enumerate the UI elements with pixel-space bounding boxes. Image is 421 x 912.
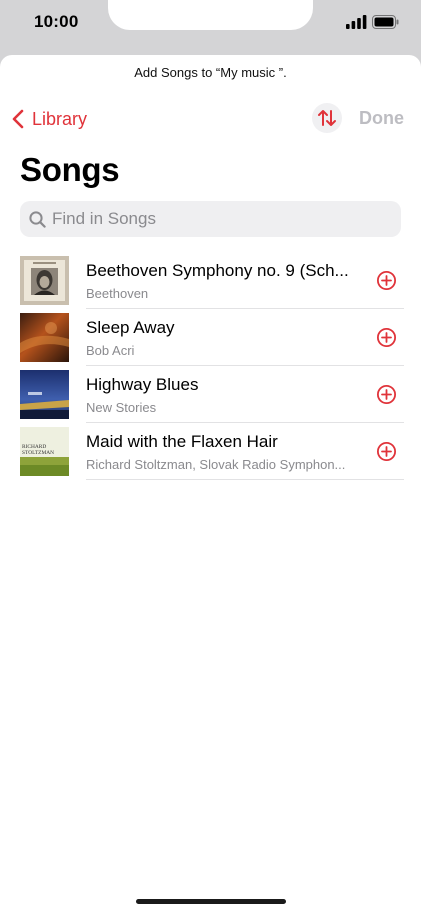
album-artwork: RICHARD STOLTZMAN <box>20 427 69 476</box>
chevron-left-icon <box>12 109 24 129</box>
search-placeholder: Find in Songs <box>52 209 156 228</box>
song-row[interactable]: RICHARD STOLTZMAN Maid with the Flaxen H… <box>0 423 421 480</box>
song-artist: Beethoven <box>86 286 149 301</box>
song-row[interactable]: Highway Blues New Stories <box>0 366 421 423</box>
song-artist: New Stories <box>86 400 157 415</box>
row-divider <box>86 479 404 480</box>
library-back-button[interactable]: Library <box>12 106 87 132</box>
notch <box>108 0 313 30</box>
album-artwork <box>20 313 69 362</box>
add-song-button[interactable] <box>376 270 397 291</box>
search-input[interactable]: Find in Songs <box>20 201 401 237</box>
song-artist: Bob Acri <box>86 343 135 358</box>
song-title: Beethoven Symphony no. 9 (Sch... <box>86 261 349 280</box>
battery-full-icon <box>372 15 399 29</box>
add-song-button[interactable] <box>376 441 397 462</box>
sheet-prompt: Add Songs to “My music ”. <box>134 65 287 80</box>
back-label: Library <box>32 108 88 129</box>
song-title: Maid with the Flaxen Hair <box>86 432 278 451</box>
song-artist: Richard Stoltzman, Slovak Radio Symphon.… <box>86 457 346 472</box>
album-artwork <box>20 370 69 419</box>
song-row[interactable]: Sleep Away Bob Acri <box>0 309 421 366</box>
song-row[interactable]: Beethoven Symphony no. 9 (Sch... Beethov… <box>0 252 421 309</box>
album-art-line2: STOLTZMAN <box>22 450 54 456</box>
song-list: Beethoven Symphony no. 9 (Sch... Beethov… <box>0 252 421 480</box>
home-indicator[interactable] <box>136 899 286 904</box>
status-bar: 10:00 <box>0 0 421 50</box>
done-button[interactable]: Done <box>359 108 404 129</box>
add-song-button[interactable] <box>376 384 397 405</box>
sort-arrows-icon <box>318 110 336 126</box>
cellular-signal-icon <box>346 15 367 29</box>
add-song-button[interactable] <box>376 327 397 348</box>
sort-button[interactable] <box>312 103 342 133</box>
add-songs-sheet: Add Songs to “My music ”. Library Done S… <box>0 55 421 912</box>
page-title: Songs <box>20 151 120 188</box>
song-title: Sleep Away <box>86 318 175 337</box>
album-artwork <box>20 256 69 305</box>
song-title: Highway Blues <box>86 375 199 394</box>
status-time: 10:00 <box>34 12 79 31</box>
search-icon <box>29 210 46 228</box>
